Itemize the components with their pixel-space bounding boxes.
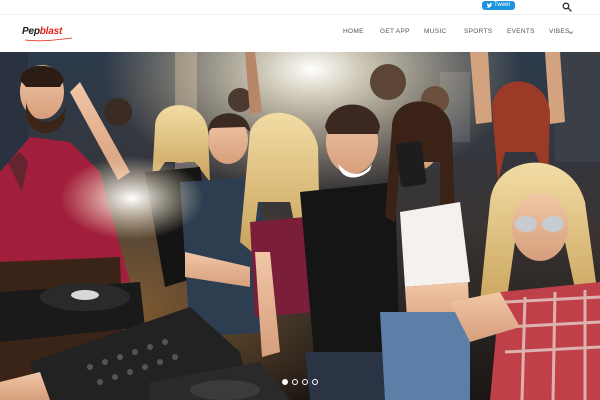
logo-text: Pepblast (22, 26, 62, 37)
nav-item-home[interactable]: HOME (343, 28, 364, 35)
top-utility-bar: Tweet (0, 0, 600, 15)
twitter-bird-icon (486, 2, 493, 8)
hero-slider[interactable] (0, 52, 600, 400)
nav-item-music[interactable]: MUSIC (424, 28, 446, 35)
chevron-down-icon[interactable] (568, 30, 574, 35)
tweet-button[interactable]: Tweet (482, 1, 515, 10)
site-logo[interactable]: Pepblast (22, 26, 74, 42)
search-icon[interactable] (562, 2, 572, 12)
nav-item-get-app[interactable]: GET APP (380, 28, 410, 35)
slider-pagination (282, 379, 322, 387)
main-navigation: Pepblast HOME GET APP MUSIC SPORTS EVENT… (0, 15, 600, 52)
slider-dot-3[interactable] (302, 379, 308, 385)
nav-item-sports[interactable]: SPORTS (464, 28, 492, 35)
tweet-label: Tweet (494, 2, 511, 8)
slider-dot-2[interactable] (292, 379, 298, 385)
nav-item-vibes[interactable]: VIBES (549, 28, 570, 35)
slider-dot-1[interactable] (282, 379, 288, 385)
slider-dot-4[interactable] (312, 379, 318, 385)
nav-item-events[interactable]: EVENTS (507, 28, 535, 35)
hero-image-party-crowd (0, 52, 600, 400)
logo-text-part2: blast (39, 26, 63, 37)
logo-text-part1: Pep (22, 26, 40, 37)
